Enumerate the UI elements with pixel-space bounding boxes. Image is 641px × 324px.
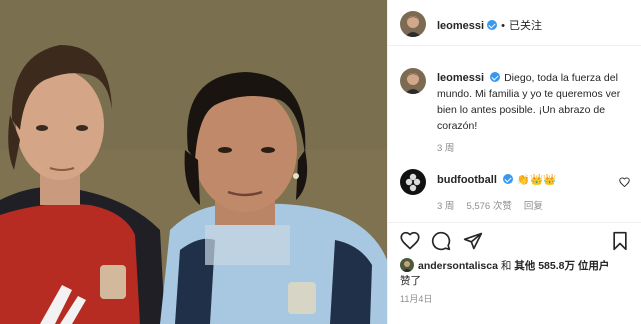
caption-username[interactable]: leomessi — [437, 72, 484, 84]
action-bar — [388, 222, 641, 258]
author-username[interactable]: leomessi — [437, 20, 484, 32]
comment-like-heart-icon[interactable] — [619, 177, 630, 187]
caption-text-block: leomessi Diego, toda la fuerza del mundo.… — [437, 70, 635, 134]
post-date[interactable]: 11月4日 — [400, 292, 432, 305]
author-avatar[interactable] — [400, 11, 426, 37]
post-header: leomessi • 已关注 — [388, 0, 641, 46]
comment-meta: 3 周 5,576 次赞 回复 — [437, 198, 555, 212]
caption-avatar[interactable] — [400, 68, 426, 94]
verified-badge-icon — [502, 174, 513, 184]
comment-text: 👏👑👑 — [516, 174, 557, 186]
likes-and: 和 — [500, 260, 512, 272]
comment-avatar[interactable] — [400, 169, 426, 195]
comment-username[interactable]: budfootball — [437, 174, 497, 186]
comment-item: budfootball 👏👑👑 3 周 5,576 次赞 回复 — [388, 160, 641, 220]
header-row: leomessi • 已关注 — [437, 16, 542, 34]
liker-avatar[interactable] — [400, 258, 414, 272]
caption-meta: 3 周 — [437, 140, 466, 154]
likes-suffix: 赞了 — [400, 275, 421, 287]
heart-icon[interactable] — [400, 231, 420, 251]
caption-age[interactable]: 3 周 — [437, 143, 454, 154]
bookmark-icon[interactable] — [610, 231, 630, 251]
caption: leomessi Diego, toda la fuerza del mundo.… — [388, 46, 641, 156]
liker-username[interactable]: andersontalisca — [418, 260, 498, 272]
comment-likes[interactable]: 5,576 次赞 — [466, 201, 511, 212]
comment-age[interactable]: 3 周 — [437, 201, 454, 212]
post-photo[interactable] — [0, 0, 387, 324]
verified-badge-icon — [490, 72, 501, 82]
verified-badge-icon — [487, 20, 498, 30]
post-side-panel: leomessi • 已关注 leomessi Diego, toda la fuer… — [387, 0, 641, 324]
likes-summary: andersontalisca 和 其他 585.8万 位用户 赞了 — [400, 258, 636, 289]
follow-button[interactable]: 已关注 — [509, 20, 542, 32]
photo-illustration — [0, 0, 387, 324]
likes-others[interactable]: 其他 585.8万 位用户 — [514, 260, 609, 272]
comment-text-block: budfootball 👏👑👑 — [437, 172, 635, 188]
reply-button[interactable]: 回复 — [524, 201, 543, 212]
share-icon[interactable] — [463, 231, 483, 251]
separator-dot: • — [501, 20, 505, 32]
comment-icon[interactable] — [431, 231, 451, 251]
